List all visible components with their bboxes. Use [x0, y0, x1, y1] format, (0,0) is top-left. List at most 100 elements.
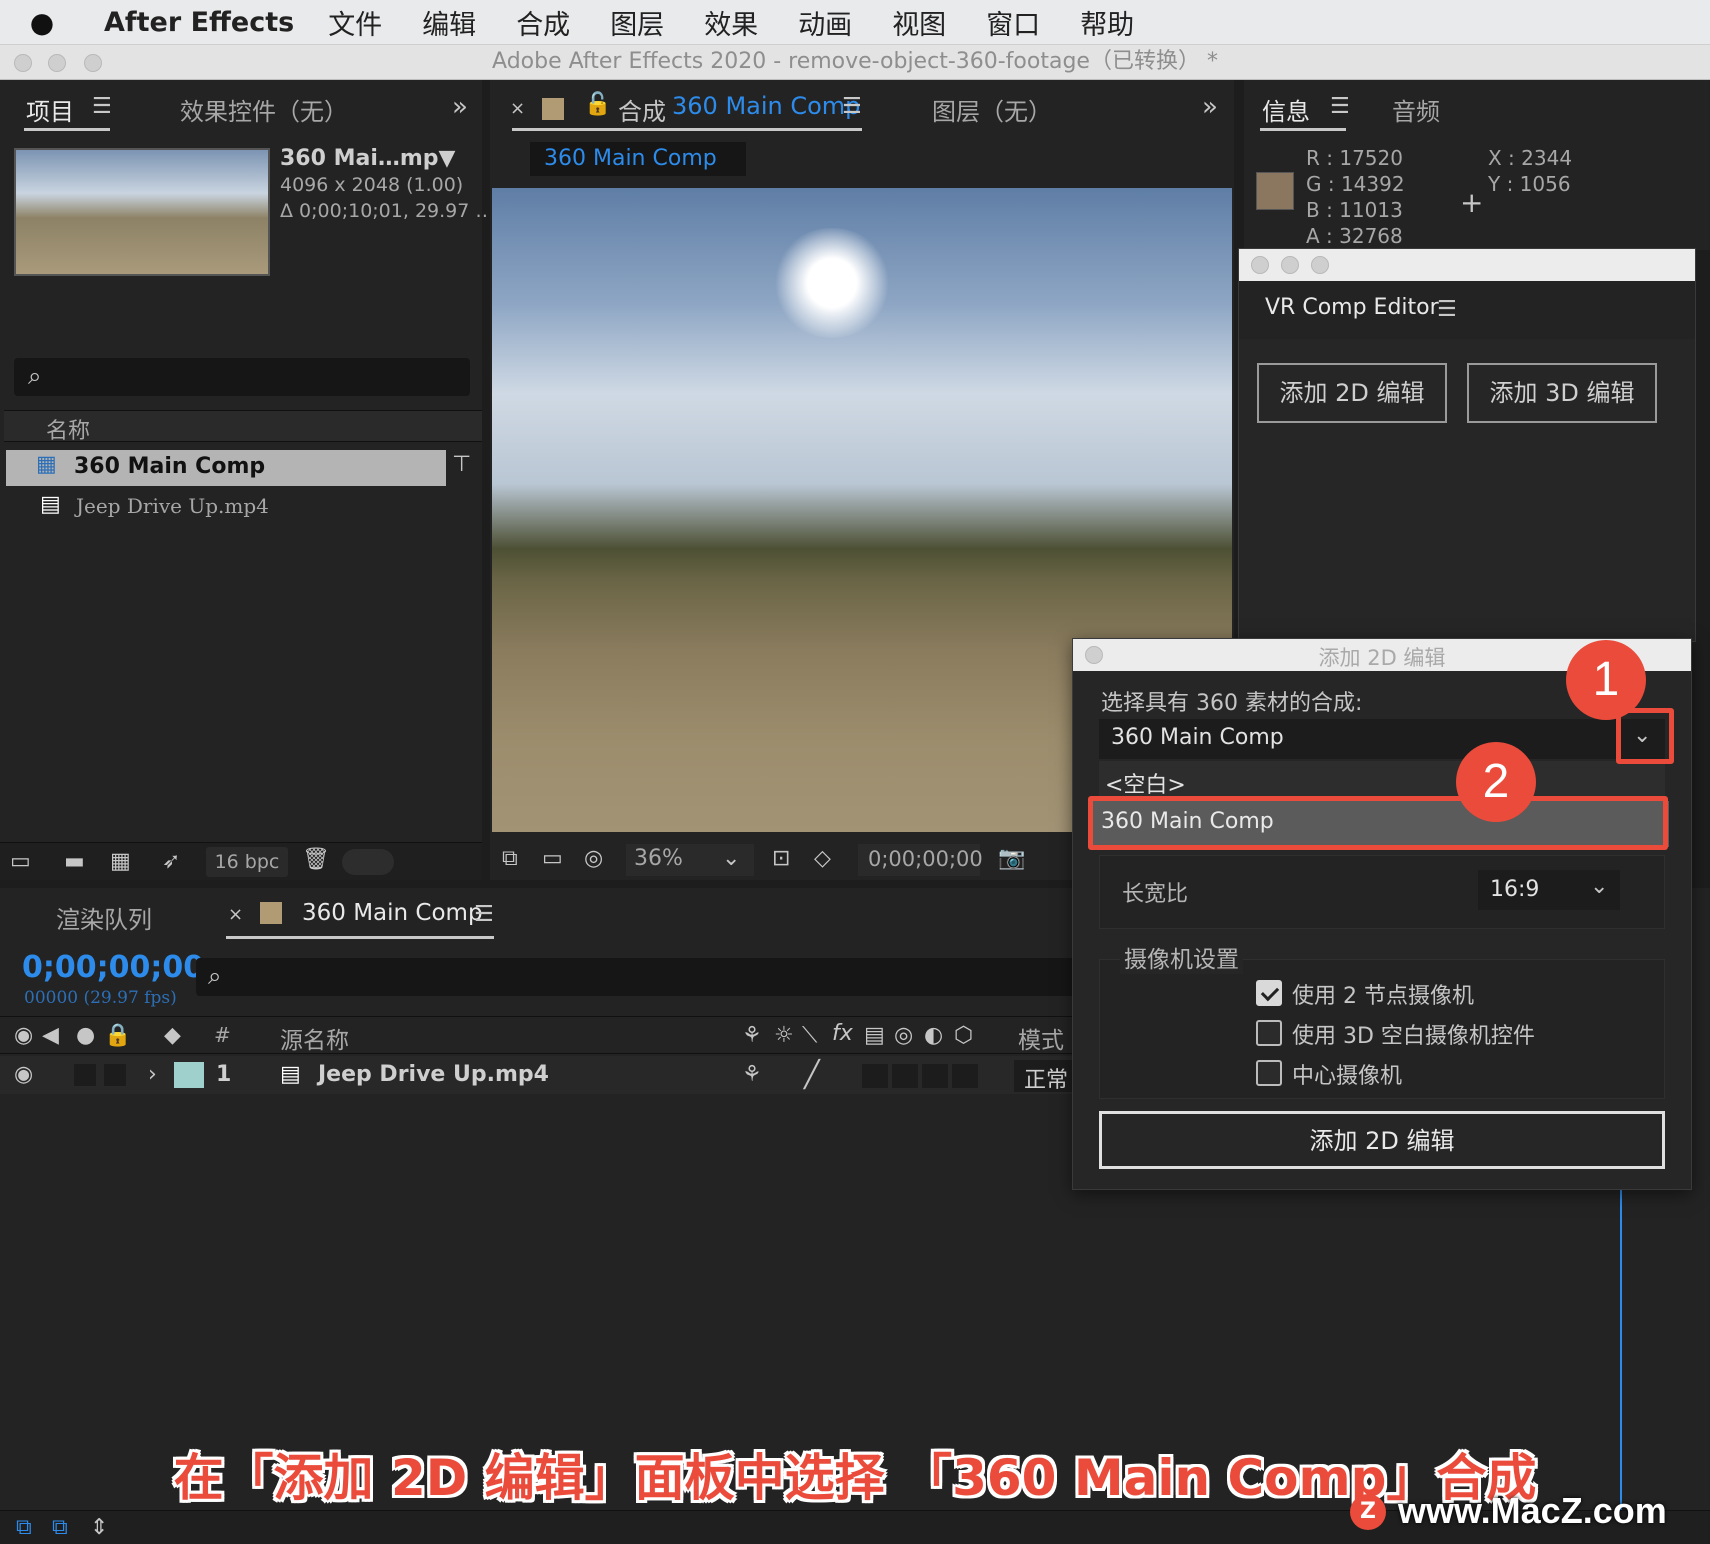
close-window-button[interactable]	[14, 54, 32, 72]
overflow-chevron-icon[interactable]: »	[452, 92, 468, 122]
add-3d-edit-button[interactable]: 添加 3D 编辑	[1467, 363, 1657, 423]
column-number[interactable]: #	[214, 1023, 231, 1047]
comp-select[interactable]: 360 Main Comp ⌄	[1099, 719, 1665, 759]
menu-window[interactable]: 窗口	[986, 3, 1040, 42]
layer-color-label[interactable]	[174, 1062, 204, 1088]
vr-goggles-icon[interactable]: ◎	[584, 846, 603, 871]
chevron-right-icon[interactable]: ›	[148, 1062, 157, 1087]
menu-effect[interactable]: 效果	[704, 3, 758, 42]
menu-edit[interactable]: 编辑	[422, 3, 476, 42]
menu-view[interactable]: 视图	[892, 3, 946, 42]
menu-layer[interactable]: 图层	[610, 3, 664, 42]
flowchart-icon[interactable]: ⊤	[452, 452, 471, 477]
motion-blur-toggle[interactable]	[922, 1064, 948, 1088]
shy-icon[interactable]: ⚘	[742, 1023, 762, 1048]
new-folder-icon[interactable]: ▬	[64, 849, 85, 874]
dropdown-option[interactable]: <空白>	[1099, 761, 1665, 801]
minimize-window-button[interactable]	[1281, 256, 1299, 274]
audio-icon[interactable]: ◀	[42, 1023, 59, 1048]
layer-switches-icon[interactable]: ⧉	[16, 1515, 32, 1540]
in-out-icon[interactable]: ⇕	[90, 1515, 108, 1540]
bit-depth-button[interactable]: 16 bpc	[206, 847, 288, 877]
fx-icon[interactable]: fx	[832, 1021, 853, 1046]
tab-comp-name[interactable]: 360 Main Comp	[672, 92, 860, 120]
breadcrumb[interactable]: 360 Main Comp	[530, 142, 746, 176]
dependencies-icon[interactable]: ➶	[162, 849, 180, 874]
effect-toggle[interactable]	[862, 1064, 888, 1088]
tab-timeline-comp[interactable]: 360 Main Comp	[302, 900, 483, 926]
project-search-input[interactable]: ⌕	[14, 358, 470, 396]
layer-name[interactable]: Jeep Drive Up.mp4	[318, 1062, 549, 1087]
zoom-select[interactable]: 36% ⌄	[626, 844, 754, 876]
eye-icon[interactable]: ◉	[14, 1023, 33, 1048]
timeline-search-input[interactable]: ⌕	[196, 958, 1076, 996]
close-tab-icon[interactable]: ×	[510, 98, 525, 119]
center-camera-checkbox[interactable]	[1256, 1060, 1282, 1086]
solo-toggle[interactable]	[74, 1064, 96, 1086]
camera-snapshot-icon[interactable]: 📷	[998, 846, 1025, 871]
quality-slash-icon[interactable]: ╱	[804, 1060, 820, 1090]
lock-icon[interactable]: 🔒	[104, 1023, 131, 1048]
table-row[interactable]: ◉ › 1 ▤ Jeep Drive Up.mp4 ⚘ ╱ 正常	[0, 1056, 1080, 1094]
menu-animation[interactable]: 动画	[798, 3, 852, 42]
3d-null-camera-checkbox[interactable]	[1256, 1020, 1282, 1046]
panel-menu-icon[interactable]: ☰	[1330, 94, 1350, 119]
collapse-icon[interactable]: ☼	[774, 1023, 794, 1048]
list-item[interactable]: ▦ 360 Main Comp	[6, 450, 446, 486]
monitor-icon[interactable]: ▭	[542, 846, 563, 871]
region-of-interest-icon[interactable]: ⊡	[772, 846, 790, 871]
add-2d-edit-button[interactable]: 添加 2D 编辑	[1257, 363, 1447, 423]
frame-blend-icon[interactable]: ▤	[864, 1023, 885, 1048]
always-preview-icon[interactable]: ⧉	[502, 846, 518, 871]
menu-composition[interactable]: 合成	[516, 3, 570, 42]
zoom-window-button[interactable]	[84, 54, 102, 72]
minimize-window-button[interactable]	[48, 54, 66, 72]
footage-name[interactable]: 360 Mai…mp▼	[280, 146, 455, 171]
trash-icon[interactable]: 🗑	[302, 847, 330, 872]
new-composition-icon[interactable]: ▦	[110, 849, 131, 874]
two-node-camera-checkbox[interactable]	[1256, 980, 1282, 1006]
frame-blend-toggle[interactable]	[892, 1064, 918, 1088]
modes-icon[interactable]: ⧉	[52, 1515, 68, 1540]
motion-blur-icon[interactable]: ◎	[894, 1023, 913, 1048]
toggle-slider[interactable]	[342, 849, 394, 875]
tab-project[interactable]: 项目	[26, 92, 74, 127]
timeline-timecode[interactable]: 0;00;00;00	[22, 950, 204, 985]
solo-icon[interactable]: ●	[76, 1023, 95, 1048]
eye-icon[interactable]: ◉	[14, 1062, 33, 1087]
transparency-grid-icon[interactable]: ◇	[814, 846, 831, 871]
lock-toggle[interactable]	[104, 1064, 126, 1086]
panel-menu-icon[interactable]: ☰	[842, 94, 862, 119]
tab-render-queue[interactable]: 渲染队列	[56, 900, 152, 935]
add-2d-edit-submit-button[interactable]: 添加 2D 编辑	[1099, 1111, 1665, 1169]
layer-mode-select[interactable]: 正常	[1014, 1060, 1080, 1093]
vr-panel-title[interactable]: VR Comp Editor	[1265, 295, 1439, 320]
column-mode[interactable]: 模式	[1018, 1021, 1064, 1055]
3d-layer-icon[interactable]: ⬡	[954, 1023, 973, 1048]
lock-icon[interactable]: 🔓	[584, 92, 611, 117]
apple-icon[interactable]: ●	[14, 6, 70, 39]
panel-menu-icon[interactable]: ☰	[92, 94, 112, 119]
aspect-ratio-select[interactable]: 16:9 ⌄	[1478, 870, 1620, 910]
current-time-display[interactable]: 0;00;00;00	[858, 844, 983, 876]
quality-icon[interactable]: ⟍	[802, 1023, 817, 1048]
3d-toggle[interactable]	[952, 1064, 978, 1088]
panel-menu-icon[interactable]: ☰	[474, 902, 494, 927]
close-window-button[interactable]	[1251, 256, 1269, 274]
tab-audio[interactable]: 音频	[1392, 92, 1440, 127]
overflow-chevron-icon[interactable]: »	[1202, 92, 1218, 122]
tab-info[interactable]: 信息	[1262, 92, 1310, 127]
menu-file[interactable]: 文件	[328, 3, 382, 42]
interpret-footage-icon[interactable]: ▭	[10, 849, 31, 874]
zoom-window-button[interactable]	[1311, 256, 1329, 274]
column-source-name[interactable]: 源名称	[280, 1021, 349, 1055]
tab-effect-controls[interactable]: 效果控件（无）	[180, 92, 348, 127]
menu-help[interactable]: 帮助	[1080, 3, 1134, 42]
list-item[interactable]: ▤ Jeep Drive Up.mp4	[6, 488, 446, 524]
tab-layer[interactable]: 图层（无）	[932, 92, 1052, 127]
shy-icon[interactable]: ⚘	[742, 1062, 762, 1087]
tab-comp-prefix[interactable]: 合成	[618, 92, 666, 127]
menu-app-name[interactable]: After Effects	[104, 7, 294, 38]
column-name[interactable]: 名称	[46, 413, 90, 445]
label-tag-icon[interactable]: ◆	[164, 1023, 181, 1048]
